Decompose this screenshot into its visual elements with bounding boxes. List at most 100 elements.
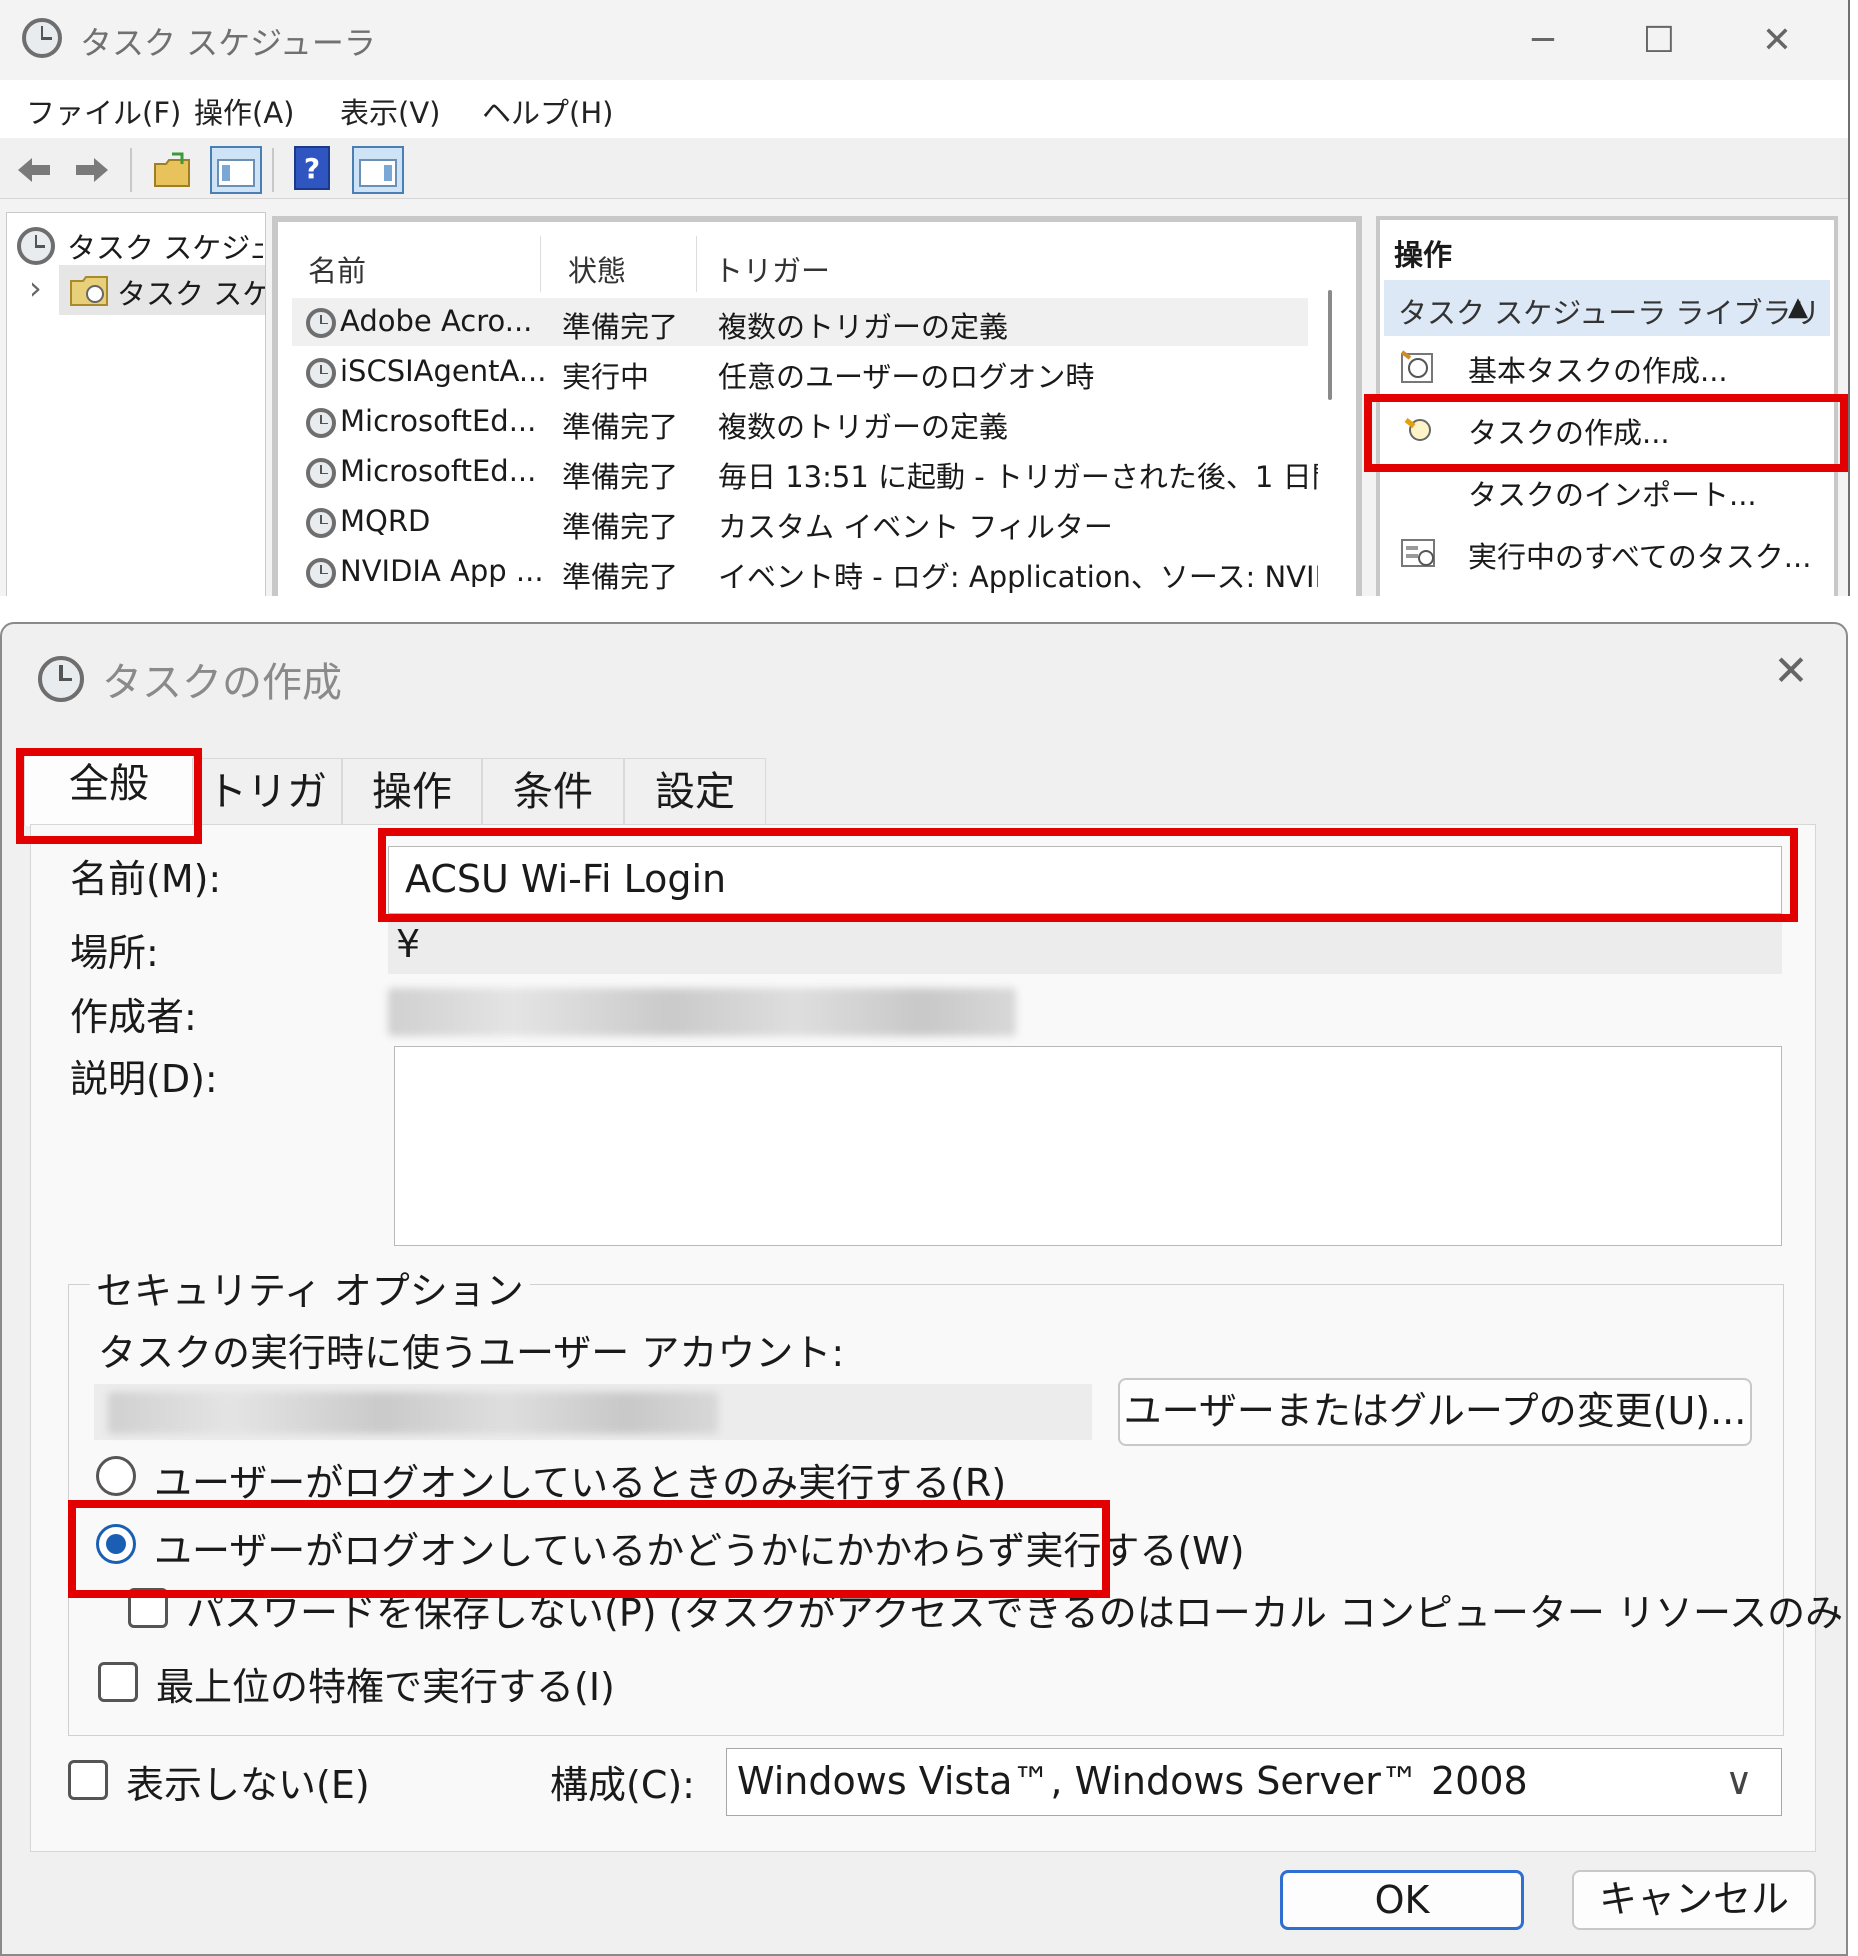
toolbar-separator xyxy=(130,148,132,192)
action-create-basic-task[interactable]: 基本タスクの作成... xyxy=(1468,348,1728,390)
action-import-task[interactable]: タスクのインポート... xyxy=(1468,472,1757,514)
console-tree-icon[interactable] xyxy=(210,146,262,194)
toolbar-separator xyxy=(272,148,274,192)
create-task-dialog: タスクの作成 ✕ 全般 トリガー 操作 条件 設定 名前(M): ACSU Wi… xyxy=(0,622,1848,1956)
task-trigger-cell: 毎日 13:51 に起動 - トリガーされた後、1 日間 の xyxy=(718,460,1318,494)
task-status-cell: 実行中 xyxy=(562,360,650,394)
tree-expand-chevron-icon[interactable]: › xyxy=(29,269,42,307)
task-name-cell: iSCSIAgentA... xyxy=(340,354,547,388)
highest-privileges-checkbox[interactable] xyxy=(98,1662,138,1702)
configure-select[interactable]: Windows Vista™, Windows Server™ 2008 ∨ xyxy=(726,1748,1782,1816)
menu-view[interactable]: 表示(V) xyxy=(340,90,440,132)
column-header-trigger[interactable]: トリガー xyxy=(714,248,830,290)
task-name-cell: MicrosoftEd... xyxy=(340,454,537,488)
location-field: ¥ xyxy=(388,918,1782,974)
create-task-icon xyxy=(1404,418,1431,441)
radio-whether-or-not[interactable] xyxy=(96,1524,136,1564)
tab-conditions[interactable]: 条件 xyxy=(482,758,624,824)
table-row[interactable]: NVIDIA App ... 準備完了 イベント時 - ログ: Applicat… xyxy=(292,548,1318,596)
description-input[interactable] xyxy=(394,1046,1782,1246)
no-password-label[interactable]: パスワードを保存しない(P) (タスクがアクセスできるのはローカル コンピュータ… xyxy=(186,1582,1846,1637)
table-row[interactable]: iSCSIAgentA... 実行中 任意のユーザーのログオン時 xyxy=(292,348,1308,396)
tab-settings[interactable]: 設定 xyxy=(624,758,766,824)
minimize-button[interactable]: ─ xyxy=(1516,14,1570,68)
tree-item-library[interactable]: タスク スケジューラ ライブラリ xyxy=(59,265,265,315)
list-scrollbar[interactable] xyxy=(1322,242,1338,596)
table-row[interactable]: MicrosoftEd... 準備完了 複数のトリガーの定義 xyxy=(292,398,1308,446)
tree-root-label[interactable]: タスク スケジューラ (ローカル) xyxy=(67,225,263,267)
task-trigger-cell: 複数のトリガーの定義 xyxy=(718,410,1009,444)
column-header-name[interactable]: 名前 xyxy=(308,248,366,290)
hidden-label[interactable]: 表示しない(E) xyxy=(126,1754,370,1809)
highest-privileges-label[interactable]: 最上位の特権で実行する(I) xyxy=(156,1656,615,1711)
actions-section-header[interactable]: タスク スケジューラ ライブラリ ▲ xyxy=(1384,280,1830,336)
radio-logged-on-only-label[interactable]: ユーザーがログオンしているときのみ実行する(R) xyxy=(154,1452,1006,1507)
scrollbar-thumb[interactable] xyxy=(1328,290,1332,400)
column-header-status[interactable]: 状態 xyxy=(568,248,626,290)
task-status-cell: 準備完了 xyxy=(562,510,679,544)
ok-button[interactable]: OK xyxy=(1280,1870,1524,1930)
description-label: 説明(D): xyxy=(70,1057,218,1101)
author-value-redacted xyxy=(388,988,1016,1036)
dialog-title: タスクの作成 xyxy=(102,660,342,706)
table-row[interactable]: MicrosoftEd... 準備完了 毎日 13:51 に起動 - トリガーさ… xyxy=(292,448,1318,496)
forward-arrow-icon[interactable] xyxy=(72,150,112,190)
tab-general[interactable]: 全般 xyxy=(24,750,194,826)
title-bar: タスク スケジューラ ─ ☐ ✕ xyxy=(0,0,1848,80)
help-icon[interactable]: ? xyxy=(294,146,330,190)
tree-library-label: タスク スケジューラ ライブラリ xyxy=(117,277,265,311)
task-name-cell: MQRD xyxy=(340,504,431,538)
close-button[interactable]: ✕ xyxy=(1750,14,1804,68)
no-password-checkbox[interactable] xyxy=(128,1588,168,1628)
open-folder-icon[interactable] xyxy=(152,150,192,190)
hidden-checkbox[interactable] xyxy=(68,1760,108,1800)
collapse-triangle-icon[interactable]: ▲ xyxy=(1788,292,1808,322)
tab-actions[interactable]: 操作 xyxy=(342,758,482,824)
task-status-cell: 準備完了 xyxy=(562,410,679,444)
account-label: タスクの実行時に使うユーザー アカウント: xyxy=(98,1331,845,1375)
table-row[interactable]: Adobe Acro... 準備完了 複数のトリガーの定義 xyxy=(292,298,1308,346)
configure-value: Windows Vista™, Windows Server™ 2008 xyxy=(737,1759,1528,1803)
menu-action[interactable]: 操作(A) xyxy=(194,90,294,132)
account-field xyxy=(94,1384,1092,1440)
radio-whether-or-not-label[interactable]: ユーザーがログオンしているかどうかにかかわらず実行する(W) xyxy=(154,1520,1245,1575)
table-row[interactable]: MQRD 準備完了 カスタム イベント フィルター xyxy=(292,498,1308,546)
task-status-cell: 準備完了 xyxy=(562,560,679,594)
actions-section-label: タスク スケジューラ ライブラリ xyxy=(1398,296,1821,330)
location-label: 場所: xyxy=(70,931,159,975)
back-arrow-icon[interactable] xyxy=(14,150,54,190)
maximize-button[interactable]: ☐ xyxy=(1632,14,1686,68)
chevron-down-icon[interactable]: ∨ xyxy=(1725,1759,1753,1803)
task-trigger-cell: 複数のトリガーの定義 xyxy=(718,310,1009,344)
security-options-legend: セキュリティ オプション xyxy=(90,1260,530,1315)
radio-logged-on-only[interactable] xyxy=(96,1456,136,1496)
dialog-close-button[interactable]: ✕ xyxy=(1764,644,1818,698)
action-display-running-tasks[interactable]: 実行中のすべてのタスク... xyxy=(1468,534,1811,576)
window-title: タスク スケジューラ xyxy=(80,24,376,62)
task-status-cell: 準備完了 xyxy=(562,460,679,494)
task-scheduler-clock-icon xyxy=(38,656,84,702)
task-clock-icon xyxy=(306,308,336,338)
menu-help[interactable]: ヘルプ(H) xyxy=(482,90,613,132)
basic-task-wizard-icon xyxy=(1400,350,1433,383)
task-name-cell: MicrosoftEd... xyxy=(340,404,537,438)
author-label: 作成者: xyxy=(70,995,197,1039)
menu-file[interactable]: ファイル(F) xyxy=(26,90,181,132)
actions-header: 操作 xyxy=(1394,238,1453,272)
library-folder-icon xyxy=(70,276,108,306)
task-clock-icon xyxy=(306,508,336,538)
task-clock-icon xyxy=(306,458,336,488)
column-separator xyxy=(696,236,697,292)
change-user-button[interactable]: ユーザーまたはグループの変更(U)... xyxy=(1118,1378,1752,1446)
task-clock-icon xyxy=(306,558,336,588)
console-tree-pane: タスク スケジューラ (ローカル) › タスク スケジューラ ライブラリ xyxy=(6,212,266,596)
task-trigger-cell: 任意のユーザーのログオン時 xyxy=(718,360,1095,394)
cancel-button[interactable]: キャンセル xyxy=(1572,1870,1816,1930)
name-input[interactable]: ACSU Wi-Fi Login xyxy=(388,846,1782,914)
location-value: ¥ xyxy=(396,922,421,966)
action-create-task[interactable]: タスクの作成... xyxy=(1468,410,1670,452)
tab-triggers[interactable]: トリガー xyxy=(192,758,342,881)
action-pane-icon[interactable] xyxy=(352,146,404,194)
task-name-cell: NVIDIA App ... xyxy=(340,554,544,588)
svg-text:?: ? xyxy=(304,152,320,185)
